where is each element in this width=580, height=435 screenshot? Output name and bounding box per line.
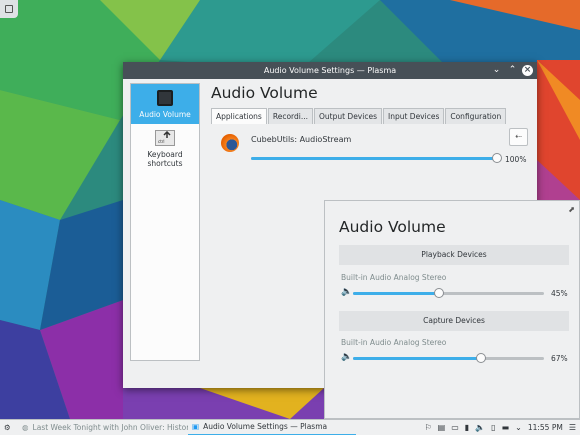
playback-volume-fill bbox=[353, 292, 439, 295]
task-label: Audio Volume Settings — Plasma bbox=[203, 422, 328, 431]
sidebar-item-label: Audio Volume bbox=[139, 110, 191, 119]
firefox-icon: ◍ bbox=[22, 423, 29, 432]
capture-volume-handle[interactable] bbox=[475, 353, 486, 363]
tab-bar: Applications Recordi... Output Devices I… bbox=[211, 108, 531, 124]
firefox-icon bbox=[221, 134, 239, 152]
capture-volume-slider[interactable] bbox=[353, 353, 544, 363]
sidebar-item-audio-volume[interactable]: Audio Volume bbox=[131, 84, 199, 124]
close-icon[interactable]: × bbox=[522, 65, 533, 76]
stream-volume-fill bbox=[251, 157, 497, 160]
playback-speaker-icon[interactable]: 🔈 bbox=[341, 287, 352, 297]
stream-volume-percent: 100% bbox=[505, 155, 527, 164]
clock[interactable]: 11:55 PM bbox=[528, 423, 563, 432]
battery-icon[interactable]: ▮ bbox=[465, 423, 469, 432]
settings-sidebar: Audio Volume ctrl Keyboard shortcuts bbox=[130, 83, 200, 361]
tab-configuration[interactable]: Configuration bbox=[445, 108, 507, 124]
tab-recording[interactable]: Recordi... bbox=[267, 108, 313, 124]
window-titlebar[interactable]: Audio Volume Settings — Plasma ⌄ ⌃ × bbox=[123, 62, 537, 79]
sidebar-item-keyboard-shortcuts[interactable]: ctrl Keyboard shortcuts bbox=[131, 124, 199, 168]
playback-volume-percent: 45% bbox=[551, 289, 568, 298]
panel-settings-icon[interactable]: ☰ bbox=[569, 423, 576, 432]
playback-devices-header: Playback Devices bbox=[339, 245, 569, 265]
capture-volume-fill bbox=[353, 357, 481, 360]
settings-content: Audio Volume Applications Recordi... Out… bbox=[211, 84, 531, 184]
capture-devices-header: Capture Devices bbox=[339, 311, 569, 331]
settings-window-icon: ▣ bbox=[192, 422, 200, 431]
volume-icon[interactable]: 🔈 bbox=[475, 423, 485, 432]
tab-output-devices[interactable]: Output Devices bbox=[313, 108, 382, 124]
sidebar-item-label: Keyboard shortcuts bbox=[147, 150, 183, 168]
playback-volume-slider[interactable] bbox=[353, 288, 544, 298]
task-label: Last Week Tonight with John Oliver: Hist… bbox=[32, 423, 188, 432]
task-item-audio-volume-settings[interactable]: ▣ Audio Volume Settings — Plasma bbox=[188, 420, 356, 435]
network-icon[interactable]: ▯ bbox=[491, 423, 495, 432]
svg-text:ctrl: ctrl bbox=[158, 139, 165, 144]
capture-device-name: Built-in Audio Analog Stereo bbox=[341, 338, 447, 347]
stream-device-button[interactable]: ⇠ bbox=[509, 128, 528, 146]
tray-expand-chevron-icon[interactable]: ⌄ bbox=[515, 423, 522, 432]
display-icon[interactable]: ▬ bbox=[502, 423, 510, 432]
stream-name: CubebUtils: AudioStream bbox=[251, 135, 352, 144]
audio-volume-popup: ⬈ Audio Volume Playback Devices Built-in… bbox=[324, 200, 580, 419]
window-title: Audio Volume Settings — Plasma bbox=[263, 66, 397, 75]
system-tray: ⚐ ▤ ▭ ▮ 🔈 ▯ ▬ ⌄ 11:55 PM ☰ bbox=[424, 423, 580, 432]
taskbar: ⚙ ◍ Last Week Tonight with John Oliver: … bbox=[0, 419, 580, 435]
playback-device-name: Built-in Audio Analog Stereo bbox=[341, 273, 447, 282]
clipboard-icon[interactable]: ▤ bbox=[438, 423, 446, 432]
maximize-chevron-up-icon[interactable]: ⌃ bbox=[506, 64, 519, 77]
tab-applications[interactable]: Applications bbox=[211, 108, 267, 124]
stream-volume-slider[interactable] bbox=[251, 153, 502, 163]
notifications-icon[interactable]: ⚐ bbox=[424, 423, 431, 432]
playback-volume-handle[interactable] bbox=[433, 288, 444, 298]
task-item-last-week-tonight[interactable]: ◍ Last Week Tonight with John Oliver: Hi… bbox=[18, 420, 188, 435]
popup-title: Audio Volume bbox=[339, 218, 446, 236]
tab-input-devices[interactable]: Input Devices bbox=[382, 108, 445, 124]
capture-volume-percent: 67% bbox=[551, 354, 568, 363]
stream-volume-handle[interactable] bbox=[492, 153, 502, 163]
page-title: Audio Volume bbox=[211, 84, 318, 102]
application-launcher-icon[interactable]: ⚙ bbox=[0, 420, 18, 435]
capture-speaker-icon[interactable]: 🔈 bbox=[341, 352, 352, 362]
app-stream-row: CubebUtils: AudioStream ⇠ 100% bbox=[211, 124, 531, 184]
storage-icon[interactable]: ▭ bbox=[451, 423, 459, 432]
desktop-toolbox-button[interactable] bbox=[0, 0, 18, 18]
pin-icon[interactable]: ⬈ bbox=[568, 205, 575, 214]
keyboard-shortcuts-icon: ctrl bbox=[155, 130, 175, 146]
minimize-chevron-down-icon[interactable]: ⌄ bbox=[490, 64, 503, 77]
audio-volume-icon bbox=[157, 90, 173, 106]
